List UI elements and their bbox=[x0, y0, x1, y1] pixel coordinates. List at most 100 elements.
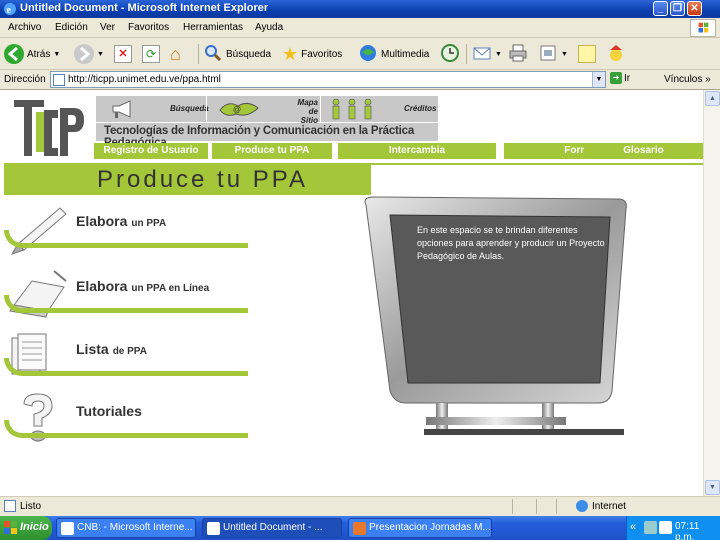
scroll-up-icon[interactable]: ▲ bbox=[705, 91, 720, 106]
section-banner: Produce tu PPA bbox=[4, 165, 371, 195]
search-link[interactable]: Búsqueda bbox=[104, 96, 209, 122]
people-icon bbox=[332, 98, 372, 120]
minimize-button[interactable]: _ bbox=[653, 1, 668, 16]
system-tray: « 07:11 p.m. bbox=[626, 516, 720, 540]
chevron-down-icon[interactable]: ▼ bbox=[495, 51, 502, 58]
item-label: Tutoriales bbox=[76, 403, 142, 419]
item-label: Lista bbox=[76, 341, 109, 357]
toolbar: Atrás ▼ ▼ ✕ ⟳ ⌂ Búsqueda ★ Favoritos Mul… bbox=[0, 38, 720, 70]
discuss-button[interactable] bbox=[578, 43, 596, 65]
zone-text: Internet bbox=[592, 501, 626, 512]
messenger-button[interactable] bbox=[606, 43, 626, 65]
go-label: Ir bbox=[624, 72, 631, 84]
item-underline bbox=[4, 230, 76, 248]
refresh-button[interactable]: ⟳ bbox=[142, 43, 160, 65]
credits-link[interactable]: Créditos bbox=[322, 96, 436, 122]
status-divider bbox=[512, 499, 513, 514]
item-sublabel: un PPA bbox=[131, 218, 167, 229]
menu-item-elabora-en-linea[interactable]: Elabora un PPA en Línea bbox=[4, 265, 250, 323]
stop-button[interactable]: ✕ bbox=[114, 43, 132, 65]
favorites-label: Favoritos bbox=[301, 48, 343, 60]
menu-archivo[interactable]: Archivo bbox=[8, 22, 41, 33]
menu-item-lista[interactable]: Lista de PPA bbox=[4, 328, 250, 386]
network-icon[interactable] bbox=[644, 521, 657, 534]
forward-button[interactable]: ▼ bbox=[74, 43, 104, 65]
refresh-icon: ⟳ bbox=[142, 45, 160, 63]
taskbar: Inicio CNB: - Microsoft Interne... Untit… bbox=[0, 516, 720, 540]
menu-item-tutoriales[interactable]: Tutoriales bbox=[4, 390, 250, 448]
toolbar-separator bbox=[466, 44, 467, 64]
search-icon bbox=[203, 43, 223, 66]
menu-bar: Archivo Edición Ver Favoritos Herramient… bbox=[0, 18, 720, 38]
search-button[interactable]: Búsqueda bbox=[203, 43, 271, 65]
chevron-down-icon[interactable]: ▼ bbox=[53, 51, 60, 58]
chevron-left-icon[interactable]: « bbox=[630, 521, 636, 533]
search-link-label: Búsqueda bbox=[170, 104, 209, 113]
laptop-icon bbox=[9, 270, 67, 318]
menu-item-elabora[interactable]: Elabora un PPA bbox=[4, 200, 250, 258]
go-button[interactable]: ➜ Ir bbox=[610, 72, 630, 84]
task-cnb[interactable]: CNB: - Microsoft Interne... bbox=[56, 518, 196, 538]
item-underline bbox=[72, 308, 248, 313]
ticpp-logo-icon bbox=[14, 100, 84, 156]
site-logo[interactable] bbox=[14, 98, 86, 160]
links-label: Vínculos bbox=[664, 74, 703, 85]
edit-button[interactable]: ▼ bbox=[538, 43, 568, 65]
windows-logo-icon bbox=[690, 19, 716, 37]
links-button[interactable]: Vínculos » bbox=[664, 74, 711, 85]
svg-text:@: @ bbox=[233, 105, 241, 114]
main-nav: Registro de Usuario Produce tu PPA Inter… bbox=[94, 143, 703, 159]
multimedia-button[interactable]: Multimedia bbox=[358, 43, 429, 65]
chevron-down-icon[interactable]: ▼ bbox=[97, 51, 104, 58]
item-underline bbox=[72, 371, 248, 376]
print-button[interactable] bbox=[508, 43, 528, 65]
globe-icon bbox=[576, 500, 588, 512]
chevron-right-icon: » bbox=[705, 74, 711, 85]
task-label: Untitled Document - ... bbox=[223, 522, 323, 533]
sitemap-link[interactable]: @ Mapa de Sitio bbox=[208, 96, 318, 125]
back-arrow-icon bbox=[4, 44, 24, 64]
messenger-icon bbox=[606, 43, 626, 66]
nav-produce[interactable]: Produce tu PPA bbox=[212, 143, 332, 159]
nav-registro[interactable]: Registro de Usuario bbox=[94, 143, 208, 159]
mail-button[interactable]: ▼ bbox=[472, 43, 502, 65]
task-presentacion[interactable]: Presentacion Jornadas M... bbox=[348, 518, 492, 538]
item-label: Elabora bbox=[76, 213, 128, 229]
vertical-scrollbar[interactable]: ▲ ▼ bbox=[703, 90, 720, 496]
favorites-button[interactable]: ★ Favoritos bbox=[282, 43, 342, 65]
start-button[interactable]: Inicio bbox=[0, 516, 52, 540]
page-viewport[interactable]: Búsqueda @ Mapa de Sitio Créditos Tecnol… bbox=[0, 90, 703, 496]
item-underline bbox=[4, 295, 76, 313]
mail-icon bbox=[472, 43, 492, 66]
star-icon: ★ bbox=[282, 43, 299, 64]
title-bar[interactable]: e Untitled Document - Microsoft Internet… bbox=[0, 0, 720, 18]
page-done-icon bbox=[4, 500, 16, 512]
chevron-down-icon[interactable]: ▼ bbox=[592, 72, 605, 87]
menu-ayuda[interactable]: Ayuda bbox=[255, 22, 283, 33]
nav-intercambia[interactable]: Intercambia bbox=[338, 143, 496, 159]
scroll-down-icon[interactable]: ▼ bbox=[705, 480, 720, 495]
close-button[interactable]: ✕ bbox=[687, 1, 702, 16]
back-button[interactable]: Atrás ▼ bbox=[4, 43, 60, 65]
history-button[interactable] bbox=[440, 43, 460, 65]
megaphone-icon bbox=[112, 100, 131, 118]
task-untitled[interactable]: Untitled Document - ... bbox=[202, 518, 342, 538]
item-sublabel: un PPA en Línea bbox=[131, 283, 210, 294]
menu-favoritos[interactable]: Favoritos bbox=[128, 22, 169, 33]
maximize-button[interactable]: ❐ bbox=[670, 1, 685, 16]
status-divider bbox=[556, 499, 557, 514]
chevron-down-icon[interactable]: ▼ bbox=[561, 51, 568, 58]
window-title: Untitled Document - Microsoft Internet E… bbox=[20, 2, 269, 14]
menu-herramientas[interactable]: Herramientas bbox=[183, 22, 243, 33]
task-label: Presentacion Jornadas M... bbox=[369, 522, 491, 533]
address-input[interactable]: http://ticpp.unimet.edu.ve/ppa.html ▼ bbox=[50, 71, 606, 88]
nav-glosario[interactable]: Glosario bbox=[584, 143, 703, 159]
toolbar-separator bbox=[198, 44, 199, 64]
menu-edicion[interactable]: Edición bbox=[55, 22, 88, 33]
volume-icon[interactable] bbox=[659, 521, 672, 534]
status-divider bbox=[536, 499, 537, 514]
home-button[interactable]: ⌂ bbox=[170, 43, 181, 65]
go-arrow-icon: ➜ bbox=[610, 72, 622, 84]
menu-ver[interactable]: Ver bbox=[100, 22, 115, 33]
item-underline bbox=[72, 243, 248, 248]
